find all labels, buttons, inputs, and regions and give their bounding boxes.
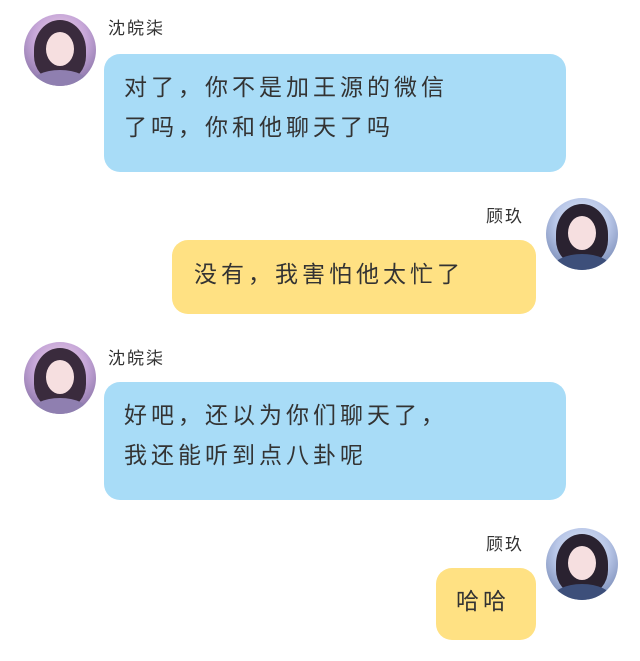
- avatar-face: [568, 546, 596, 580]
- avatar-face: [46, 32, 74, 66]
- message-bubble[interactable]: 对了，你不是加王源的微信 了吗，你和他聊天了吗: [104, 54, 566, 172]
- message-bubble[interactable]: 好吧，还以为你们聊天了， 我还能听到点八卦呢: [104, 382, 566, 500]
- message-line: 对了，你不是加王源的微信: [124, 75, 448, 101]
- avatar[interactable]: [24, 342, 96, 414]
- avatar-face: [568, 216, 596, 250]
- message-bubble[interactable]: 没有，我害怕他太忙了: [172, 240, 536, 314]
- avatar-face: [46, 360, 74, 394]
- message-line: 哈哈: [456, 589, 510, 615]
- sender-name: 顾玖: [486, 535, 524, 555]
- message-line: 了吗，你和他聊天了吗: [124, 115, 394, 141]
- sender-name: 顾玖: [486, 207, 524, 227]
- avatar[interactable]: [24, 14, 96, 86]
- message-line: 没有，我害怕他太忙了: [194, 262, 464, 288]
- avatar[interactable]: [546, 528, 618, 600]
- message-line: 我还能听到点八卦呢: [124, 443, 367, 469]
- avatar[interactable]: [546, 198, 618, 270]
- message-line: 好吧，还以为你们聊天了，: [124, 403, 448, 429]
- message-bubble[interactable]: 哈哈: [436, 568, 536, 640]
- sender-name: 沈皖柒: [108, 19, 165, 39]
- sender-name: 沈皖柒: [108, 349, 165, 369]
